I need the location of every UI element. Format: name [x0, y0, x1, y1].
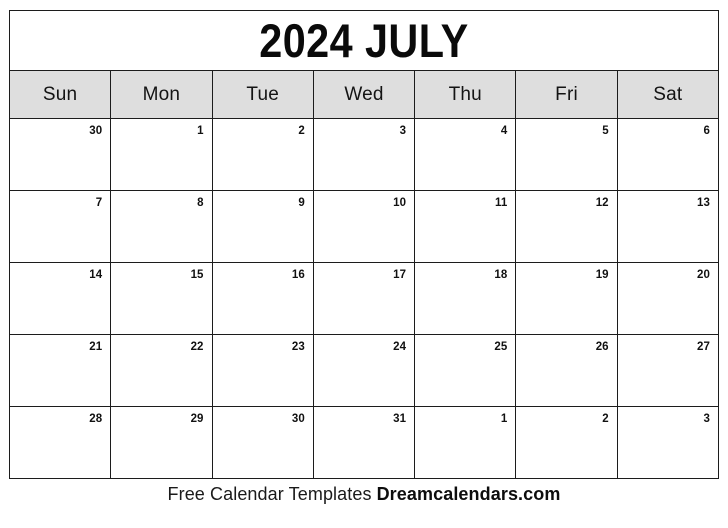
- day-number: 2: [602, 413, 609, 425]
- day-number: 18: [494, 269, 508, 281]
- footer: Free Calendar Templates Dreamcalendars.co…: [0, 484, 728, 505]
- day-number: 15: [190, 269, 204, 281]
- day-number: 7: [95, 197, 103, 209]
- calendar-day-cell[interactable]: 30: [211, 406, 314, 479]
- weekday-label: Thu: [448, 83, 482, 105]
- weekday-header-tue: Tue: [211, 70, 314, 119]
- day-number: 8: [197, 197, 204, 209]
- weekday-header-sat: Sat: [616, 70, 720, 119]
- calendar-week-row: 7 8 9 10 11 12 13: [8, 190, 720, 263]
- day-number: 2: [298, 125, 305, 137]
- weekday-header-mon: Mon: [110, 70, 213, 119]
- calendar-day-cell[interactable]: 18: [414, 262, 517, 335]
- calendar-day-cell[interactable]: 11: [414, 190, 517, 263]
- day-number: 19: [595, 269, 609, 281]
- weekday-header-wed: Wed: [312, 70, 416, 119]
- calendar-day-cell[interactable]: 2: [515, 406, 618, 479]
- day-number: 27: [697, 341, 710, 353]
- calendar-day-cell[interactable]: 6: [616, 118, 720, 191]
- day-number: 28: [89, 413, 103, 425]
- calendar-day-cell[interactable]: 20: [616, 262, 720, 335]
- day-number: 5: [602, 125, 609, 137]
- calendar-day-cell[interactable]: 15: [110, 262, 213, 335]
- day-number: 31: [393, 413, 407, 425]
- calendar-day-cell[interactable]: 10: [312, 190, 416, 263]
- day-number: 25: [494, 341, 508, 353]
- calendar-day-cell[interactable]: 30: [8, 118, 112, 191]
- weekday-label: Tue: [246, 83, 280, 105]
- weekday-label: Mon: [142, 83, 181, 105]
- weekday-header-thu: Thu: [414, 70, 517, 119]
- calendar-day-cell[interactable]: 3: [312, 118, 416, 191]
- day-number: 16: [291, 269, 305, 281]
- calendar-day-cell[interactable]: 24: [312, 334, 416, 407]
- day-number: 14: [89, 269, 103, 281]
- calendar-day-cell[interactable]: 19: [515, 262, 618, 335]
- calendar-day-cell[interactable]: 23: [211, 334, 314, 407]
- calendar-day-cell[interactable]: 17: [312, 262, 416, 335]
- calendar-page: 2024 JULY Sun Mon Tue Wed Thu Fri Sat 30 1 2 3 4 5 6…: [0, 0, 728, 528]
- calendar-day-cell[interactable]: 8: [110, 190, 213, 263]
- weekday-label: Sun: [42, 83, 78, 105]
- calendar-title-cell: 2024 JULY: [9, 10, 719, 71]
- day-number: 1: [197, 125, 204, 137]
- calendar-day-cell[interactable]: 28: [8, 406, 112, 479]
- weekday-header-sun: Sun: [8, 70, 112, 119]
- day-number: 3: [399, 125, 407, 137]
- calendar-day-cell[interactable]: 22: [110, 334, 213, 407]
- calendar-day-cell[interactable]: 14: [8, 262, 112, 335]
- page-title: 2024 JULY: [259, 14, 469, 67]
- day-number: 24: [393, 341, 407, 353]
- weekday-label: Sat: [653, 83, 683, 105]
- calendar-day-cell[interactable]: 27: [616, 334, 720, 407]
- calendar-grid: 2024 JULY Sun Mon Tue Wed Thu Fri Sat 30 1 2 3 4 5 6…: [8, 10, 720, 479]
- calendar-week-row: 21 22 23 24 25 26 27: [8, 334, 720, 407]
- day-number: 11: [495, 197, 508, 209]
- day-number: 17: [393, 269, 407, 281]
- day-number: 9: [298, 197, 305, 209]
- calendar-day-cell[interactable]: 21: [8, 334, 112, 407]
- calendar-day-cell[interactable]: 5: [515, 118, 618, 191]
- day-number: 3: [703, 413, 710, 425]
- day-number: 21: [89, 341, 103, 353]
- calendar-day-cell[interactable]: 12: [515, 190, 618, 263]
- footer-brand-link[interactable]: Dreamcalendars.com: [377, 484, 561, 504]
- day-number: 10: [393, 197, 407, 209]
- calendar-day-cell[interactable]: 4: [414, 118, 517, 191]
- calendar-day-cell[interactable]: 13: [616, 190, 720, 263]
- calendar-day-cell[interactable]: 7: [8, 190, 112, 263]
- day-number: 1: [500, 413, 508, 425]
- day-number: 20: [697, 269, 710, 281]
- calendar-day-cell[interactable]: 25: [414, 334, 517, 407]
- day-number: 13: [697, 197, 710, 209]
- calendar-day-cell[interactable]: 2: [211, 118, 314, 191]
- day-number: 6: [703, 125, 710, 137]
- day-number: 23: [291, 341, 305, 353]
- day-number: 26: [595, 341, 609, 353]
- calendar-day-cell[interactable]: 3: [616, 406, 720, 479]
- day-number: 12: [595, 197, 609, 209]
- day-number: 29: [190, 413, 204, 425]
- calendar-day-cell[interactable]: 1: [110, 118, 213, 191]
- day-number: 4: [500, 125, 508, 137]
- calendar-day-cell[interactable]: 16: [211, 262, 314, 335]
- calendar-day-cell[interactable]: 29: [110, 406, 213, 479]
- weekday-label: Wed: [344, 83, 384, 105]
- weekday-header-row: Sun Mon Tue Wed Thu Fri Sat: [8, 70, 720, 119]
- weekday-label: Fri: [555, 83, 578, 105]
- calendar-day-cell[interactable]: 9: [211, 190, 314, 263]
- weekday-header-fri: Fri: [515, 70, 618, 119]
- day-number: 30: [89, 125, 103, 137]
- calendar-title-row: 2024 JULY: [9, 10, 719, 71]
- day-number: 22: [190, 341, 204, 353]
- calendar-day-cell[interactable]: 31: [312, 406, 416, 479]
- calendar-day-cell[interactable]: 26: [515, 334, 618, 407]
- calendar-day-cell[interactable]: 1: [414, 406, 517, 479]
- footer-text: Free Calendar Templates: [167, 484, 372, 504]
- day-number: 30: [291, 413, 305, 425]
- calendar-week-row: 30 1 2 3 4 5 6: [8, 118, 720, 191]
- calendar-weeks: 30 1 2 3 4 5 6 7 8 9 10 11 12 13 14 15 16 17 18 19 20 21 22 23 2…: [8, 118, 720, 479]
- calendar-week-row: 28 29 30 31 1 2 3: [8, 406, 720, 479]
- calendar-week-row: 14 15 16 17 18 19 20: [8, 262, 720, 335]
